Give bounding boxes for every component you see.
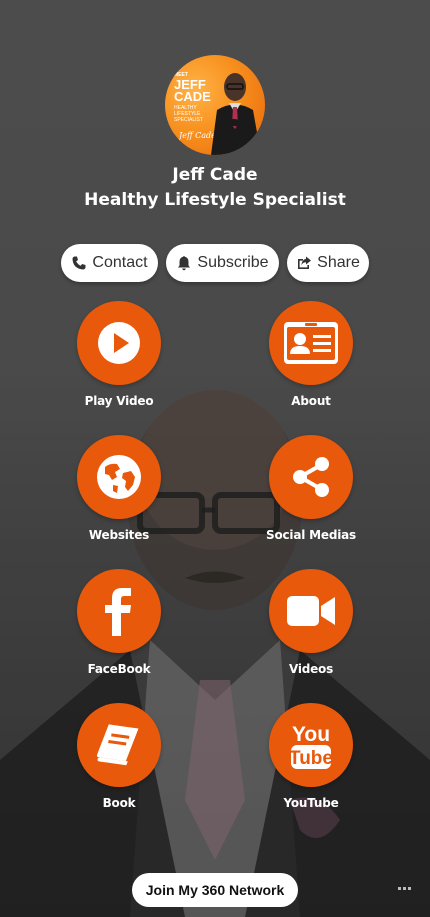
profile-name: Jeff Cade [172, 165, 258, 185]
profile-person-figure [211, 73, 261, 155]
tile-about-circle[interactable] [269, 301, 353, 385]
bell-icon [178, 256, 191, 271]
tile-websites-label: Websites [88, 528, 150, 542]
tile-play-video-label: Play Video [84, 394, 154, 408]
tile-youtube-label: YouTube [283, 796, 339, 810]
tile-about[interactable]: About [251, 301, 371, 408]
profile-avatar: MEET JEFF CADE HEALTHY LIFESTYLE SPECIAL… [165, 55, 265, 155]
tile-play-video[interactable]: Play Video [59, 301, 179, 408]
svg-text:You: You [292, 723, 330, 746]
play-icon [98, 322, 140, 364]
facebook-icon [105, 588, 131, 636]
tile-social-medias-label: Social Medias [266, 528, 356, 542]
profile-title: Healthy Lifestyle Specialist [84, 190, 346, 210]
subscribe-label: Subscribe [197, 254, 269, 271]
youtube-icon: You Tube [289, 723, 333, 769]
contact-button[interactable]: Contact [61, 244, 158, 282]
phone-icon [72, 256, 86, 270]
tile-youtube-circle[interactable]: You Tube [269, 703, 353, 787]
tile-book-circle[interactable] [77, 703, 161, 787]
share-label: Share [317, 254, 360, 271]
tile-facebook[interactable]: FaceBook [59, 569, 179, 676]
tile-videos-label: Videos [288, 662, 334, 676]
tile-book-label: Book [102, 796, 136, 810]
tile-websites-circle[interactable] [77, 435, 161, 519]
more-menu-icon[interactable] [398, 887, 411, 890]
tile-videos[interactable]: Videos [251, 569, 371, 676]
tile-social-medias-circle[interactable] [269, 435, 353, 519]
tile-play-video-circle[interactable] [77, 301, 161, 385]
id-card-icon [284, 322, 338, 364]
share-button[interactable]: Share [287, 244, 369, 282]
tile-social-medias[interactable]: Social Medias [251, 435, 371, 542]
tile-facebook-circle[interactable] [77, 569, 161, 653]
tile-about-label: About [291, 394, 331, 408]
video-camera-icon [287, 596, 335, 626]
tile-facebook-label: FaceBook [87, 662, 151, 676]
tile-websites[interactable]: Websites [59, 435, 179, 542]
globe-icon [97, 455, 141, 499]
tile-book[interactable]: Book [59, 703, 179, 810]
contact-label: Contact [92, 254, 148, 271]
subscribe-button[interactable]: Subscribe [166, 244, 279, 282]
tile-videos-circle[interactable] [269, 569, 353, 653]
share-icon [298, 256, 312, 269]
tile-youtube[interactable]: You Tube YouTube [251, 703, 371, 810]
svg-text:Tube: Tube [289, 748, 333, 769]
join-network-button[interactable]: Join My 360 Network [132, 873, 298, 907]
book-icon [96, 724, 139, 766]
share-nodes-icon [293, 457, 329, 497]
